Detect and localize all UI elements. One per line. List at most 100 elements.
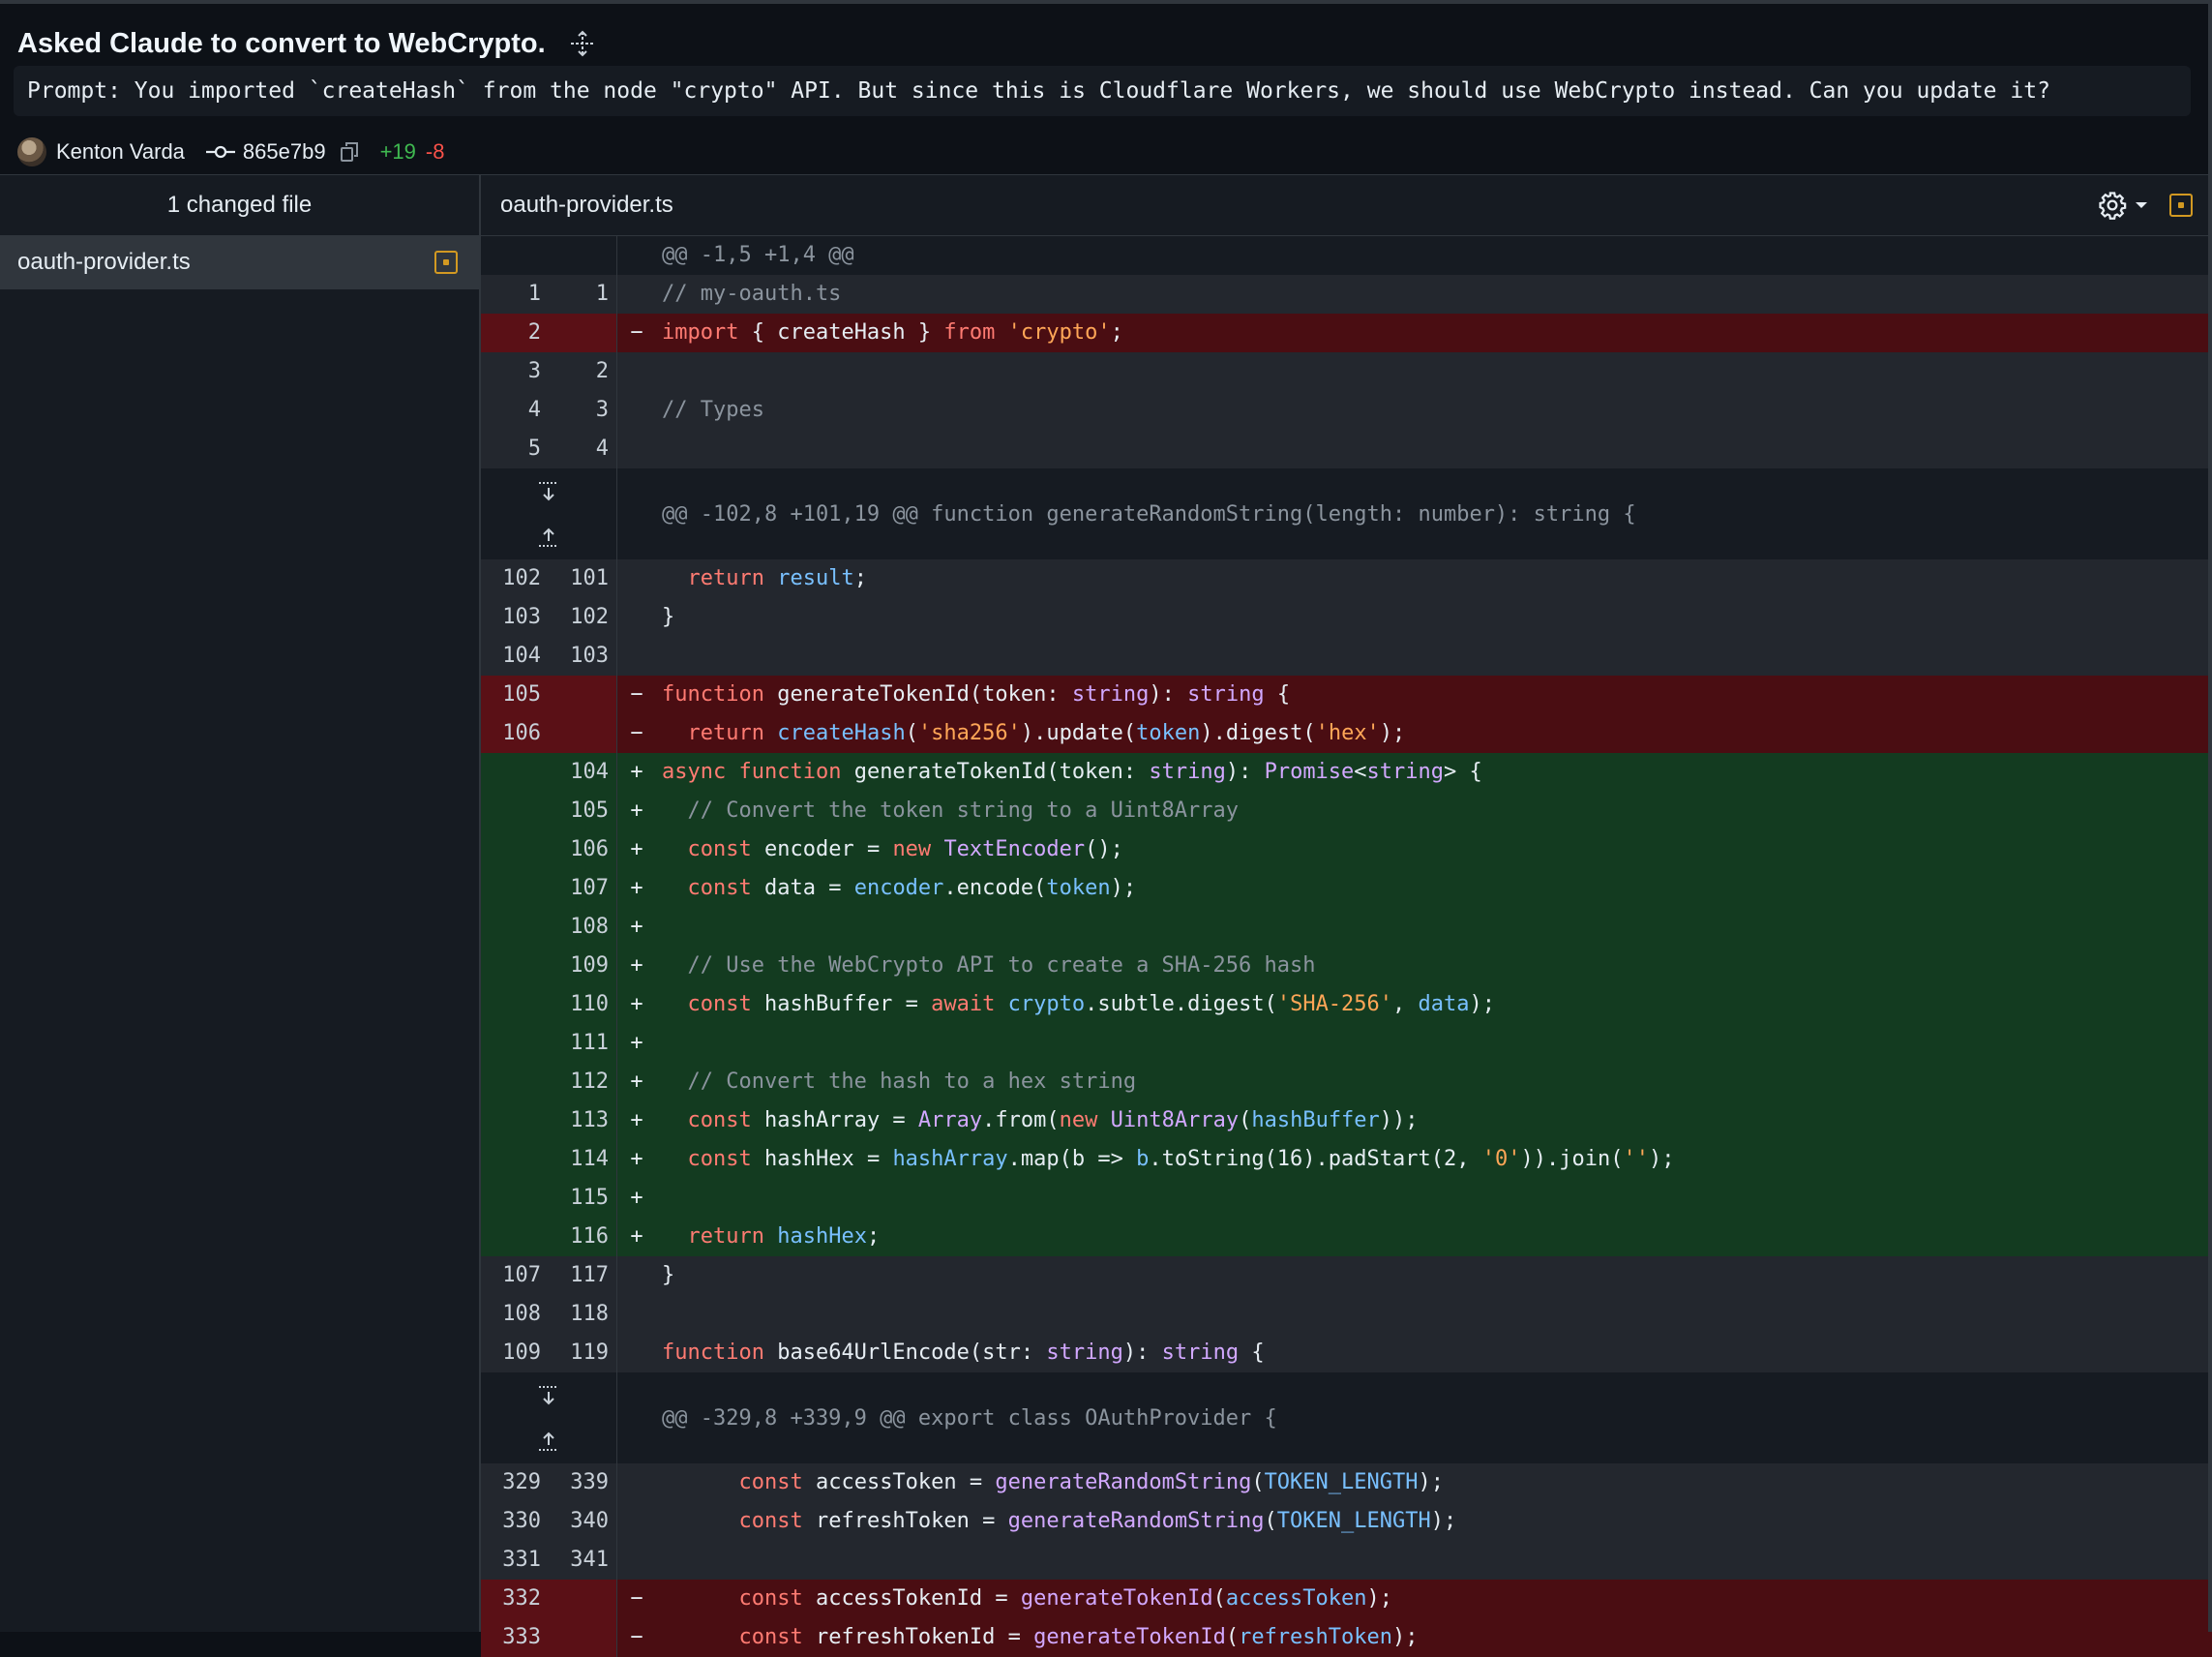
code-token: await [931,992,996,1016]
diff-line-context[interactable]: 329 339 const accessToken = generateRando… [481,1463,2212,1502]
old-line-number [481,830,549,869]
code-token: const [738,1470,803,1494]
new-line-number [549,714,617,753]
diff-line-added[interactable]: 106 + const encoder = new TextEncoder(); [481,830,2212,869]
code-token: string [1161,1341,1240,1365]
diff-line-added[interactable]: 115 + [481,1179,2212,1218]
code-token: 'hex' [1315,721,1380,745]
code-line: } [656,598,2212,637]
new-line-number: 104 [549,753,617,792]
diff-line-added[interactable]: 112 + // Convert the hash to a hex string [481,1063,2212,1101]
prompt-text: Prompt: You imported `createHash` from t… [14,66,2191,116]
code-line: // Use the WebCrypto API to create a SHA… [656,947,2212,985]
code-line: // Convert the token string to a Uint8Ar… [656,792,2212,830]
diff-line-added[interactable]: 116 + return hashHex; [481,1218,2212,1256]
old-line-number: 4 [527,398,541,422]
diff-line-deleted[interactable]: 106 − return createHash('sha256').update(… [481,714,2212,753]
diff-line-deleted[interactable]: 105 − function generateTokenId(token: stri… [481,676,2212,714]
copy-icon[interactable] [340,141,359,163]
diff-line-context[interactable]: 102 101 return result; [481,559,2212,598]
diff-line-context[interactable]: 4 3 // Types [481,391,2212,430]
diff-line-added[interactable]: 104 + async function generateTokenId(token… [481,753,2212,792]
diff-line-deleted[interactable]: 332 − const accessTokenId = generateToken… [481,1580,2212,1618]
code-token: generateRandomString [1007,1509,1265,1533]
diff-line-added[interactable]: 111 + [481,1024,2212,1063]
new-line-number: 110 [549,985,617,1024]
diff-line-deleted[interactable]: 2 − import { createHash } from 'crypto'; [481,314,2212,352]
code-token: data = [751,876,854,900]
code-token: token [1136,721,1201,745]
diff-line-context[interactable]: 331 341 [481,1541,2212,1580]
new-line-number: 2 [549,352,617,391]
code-token: // Convert the hash to a hex string [662,1070,1137,1094]
chevron-down-icon [2136,202,2147,208]
code-token: b [1136,1147,1150,1171]
avatar[interactable] [17,137,46,166]
expand-up-icon[interactable] [537,521,560,554]
new-line-number: 105 [549,792,617,830]
code-token: const [687,992,752,1016]
diff-line-added[interactable]: 105 + // Convert the token string to a Ui… [481,792,2212,830]
expand-down-icon[interactable] [537,1379,560,1412]
diff-line-added[interactable]: 113 + const hashArray = Array.from(new Ui… [481,1101,2212,1140]
old-line-number: 331 [502,1548,541,1572]
diff-line-added[interactable]: 110 + const hashBuffer = await crypto.sub… [481,985,2212,1024]
code-token: hashHex [777,1224,867,1249]
code-token: refreshToken = [802,1509,1008,1533]
diff-line-context[interactable]: 104 103 [481,637,2212,676]
diff-line-added[interactable]: 108 + [481,908,2212,947]
author-name[interactable]: Kenton Varda [56,139,185,165]
diff-line-context[interactable]: 107 117} [481,1256,2212,1295]
code-token: ): [1149,682,1188,707]
expand-up-icon[interactable] [537,1425,560,1458]
code-line: // my-oauth.ts [656,275,2212,314]
file-modified-icon[interactable] [2169,194,2193,217]
diff-line-deleted[interactable]: 333 − const refreshTokenId = generateToke… [481,1618,2212,1657]
code-token: ); [1366,1586,1393,1611]
diff-line-context[interactable]: 1 1 // my-oauth.ts [481,275,2212,314]
diff-line-context[interactable]: 330 340 const refreshToken = generateRand… [481,1502,2212,1541]
code-token: return [687,721,764,745]
code-token: generateTokenId [1020,1586,1213,1611]
diff-line-added[interactable]: 109 + // Use the WebCrypto API to create … [481,947,2212,985]
diff-line-added[interactable]: 107 + const data = encoder.encode(token); [481,869,2212,908]
additions-count: +19 [379,139,416,164]
code-token: const [687,876,752,900]
old-line-number [481,985,549,1024]
diff-line-context[interactable]: 32 [481,352,2212,391]
diff-line-context[interactable]: 109 119 function base64UrlEncode(str: stri… [481,1334,2212,1372]
code-token: ); [1648,1147,1675,1171]
old-line-number: 333 [481,1618,549,1657]
commit-sha[interactable]: 865e7b9 [243,139,326,165]
diff-marker [617,637,656,676]
code-token: ).update( [1020,721,1137,745]
code-token: ( [1225,1625,1240,1649]
scrollbar[interactable] [2208,0,2212,1632]
diff-line-context[interactable]: 108 118 [481,1295,2212,1334]
old-line-number: 2 [481,314,549,352]
move-icon[interactable] [567,28,598,59]
diff-settings-button[interactable] [2098,191,2148,220]
old-line-number [481,869,549,908]
diff-marker [617,275,656,314]
sidebar-file-item[interactable]: oauth-provider.ts [0,235,479,289]
diff-marker [617,352,656,391]
code-line: const hashArray = Array.from(new Uint8Ar… [656,1101,2212,1140]
diff-line-context[interactable]: 103 102} [481,598,2212,637]
deletions-count: -8 [425,139,445,164]
diff-line-context[interactable]: 54 [481,430,2212,468]
diff-marker [617,1256,656,1295]
expand-down-icon[interactable] [537,475,560,508]
diff-line-added[interactable]: 114 + const hashHex = hashArray.map(b => … [481,1140,2212,1179]
code-token: { [1239,1341,1265,1365]
title-row: Asked Claude to convert to WebCrypto. [17,19,598,68]
code-token: accessTokenId = [802,1586,1021,1611]
